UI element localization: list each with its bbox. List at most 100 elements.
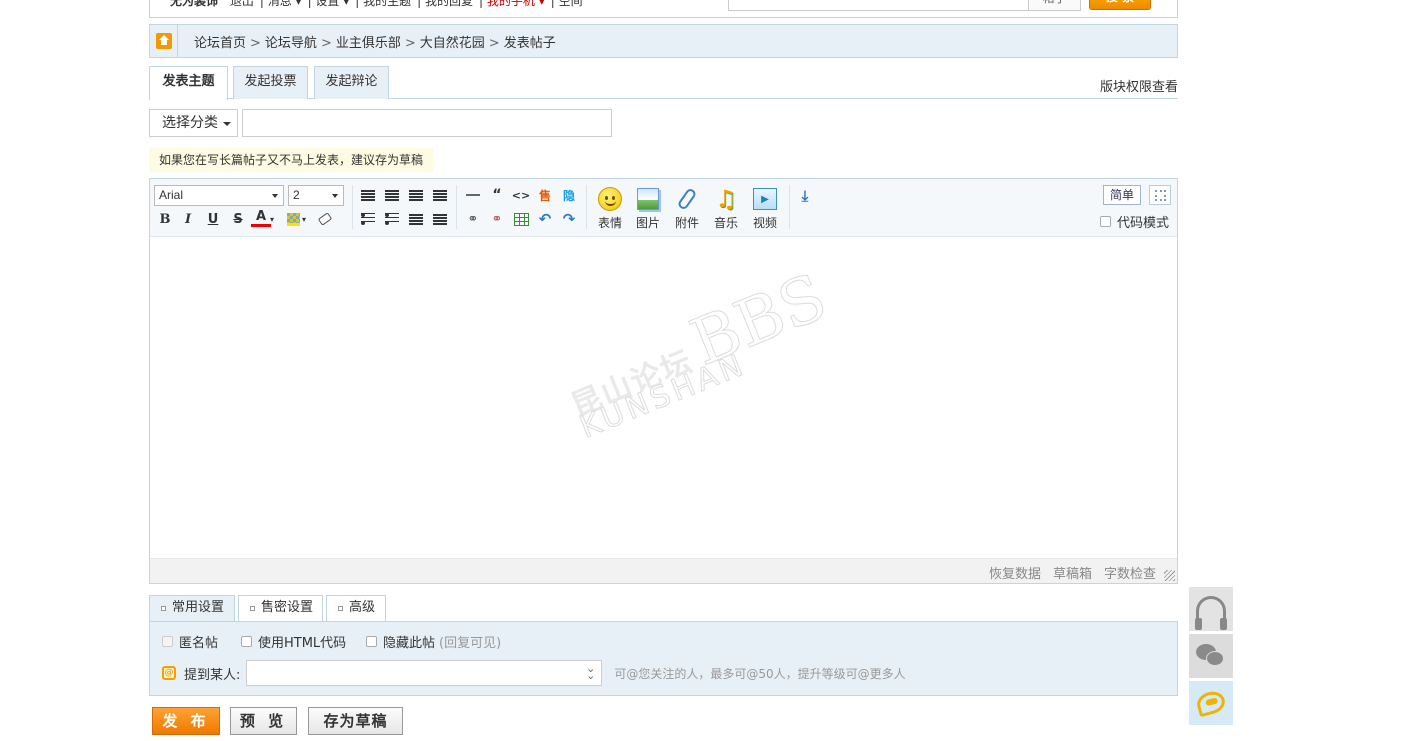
save-draft-button[interactable]: 存为草稿 — [308, 707, 403, 735]
qq-mail-button[interactable] — [1189, 681, 1233, 725]
mention-input[interactable]: ⌄ ⌄ — [246, 660, 603, 686]
eraser-icon[interactable] — [315, 209, 335, 229]
code-mode-checkbox[interactable] — [1099, 216, 1111, 227]
search-button[interactable]: 搜 索 — [1089, 0, 1151, 10]
tab-new-poll[interactable]: 发起投票 — [233, 66, 308, 99]
link-icon[interactable]: ⚭ — [463, 209, 483, 229]
italic-icon[interactable]: I — [178, 209, 198, 229]
breadcrumb-item-forum-home[interactable]: 论坛首页 — [194, 36, 246, 51]
align-justify-icon[interactable] — [430, 185, 450, 205]
bold-icon[interactable]: B — [155, 209, 175, 229]
anonymous-option[interactable]: 匿名帖 — [162, 632, 218, 651]
breadcrumb-item-garden[interactable]: 大自然花园 — [420, 36, 485, 51]
tab-new-debate[interactable]: 发起辩论 — [314, 66, 389, 99]
align-right-icon[interactable] — [406, 185, 426, 205]
bullet-icon — [250, 606, 255, 611]
toolbar-separator — [586, 185, 587, 229]
unlink-icon[interactable]: ⚭ — [487, 209, 507, 229]
draft-box-link[interactable]: 草稿箱 — [1053, 567, 1092, 582]
strikethrough-icon[interactable]: S — [228, 209, 248, 229]
forum-permission-link[interactable]: 版块权限查看 — [1100, 76, 1178, 95]
post-content-textarea[interactable]: 昆山论坛BBS KUNSHAN — [150, 238, 1177, 558]
restore-data-link[interactable]: 恢复数据 — [989, 567, 1041, 582]
tab-common-settings[interactable]: 常用设置 — [149, 595, 235, 622]
settings-panel: 匿名帖 使用HTML代码 隐藏此帖 (回复可见) @ 提到某人: ⌄ ⌄ 可@您关… — [149, 621, 1178, 696]
fullscreen-icon[interactable] — [1149, 185, 1171, 205]
align-left-icon[interactable] — [358, 185, 378, 205]
hide-icon[interactable]: 隐 — [559, 185, 579, 205]
settings-link[interactable]: 设置 ▾ — [315, 0, 349, 8]
quote-icon[interactable]: “ — [487, 185, 507, 205]
code-mode-toggle[interactable]: 代码模式 — [1099, 212, 1169, 231]
simple-mode-button[interactable]: 简单 — [1103, 185, 1141, 205]
download-icon[interactable]: ⤓ — [795, 186, 815, 206]
html-code-option[interactable]: 使用HTML代码 — [241, 632, 346, 651]
category-select-label: 选择分类 — [162, 115, 218, 131]
unordered-list-icon[interactable] — [382, 209, 402, 229]
hide-post-option[interactable]: 隐藏此帖 (回复可见) — [366, 632, 501, 651]
underline-icon[interactable]: U — [203, 209, 223, 229]
toolbar-separator — [352, 185, 353, 229]
my-replies-link[interactable]: 我的回复 — [425, 0, 473, 8]
redo-icon[interactable]: ↷ — [559, 209, 579, 229]
username-link[interactable]: 无为装饰 — [170, 0, 218, 8]
tab-common-settings-label: 常用设置 — [172, 600, 225, 615]
attachment-button[interactable]: 附件 — [668, 184, 706, 232]
indent-icon[interactable] — [406, 209, 426, 229]
category-select[interactable]: 选择分类 — [149, 109, 238, 137]
tab-new-thread[interactable]: 发表主题 — [149, 66, 228, 100]
image-button[interactable]: 图片 — [629, 184, 667, 232]
undo-icon[interactable]: ↶ — [535, 209, 555, 229]
my-threads-link[interactable]: 我的主题 — [363, 0, 411, 8]
messages-link[interactable]: 消息 ▾ — [268, 0, 302, 8]
toolbar-separator — [789, 185, 790, 229]
home-icon[interactable] — [150, 25, 178, 57]
tab-sale-settings[interactable]: 售密设置 — [238, 595, 323, 622]
outdent-icon[interactable] — [430, 209, 450, 229]
space-link[interactable]: 空间 — [559, 0, 583, 8]
customer-service-button[interactable] — [1189, 587, 1233, 631]
caret-down-icon[interactable]: ▾ — [299, 209, 309, 229]
toolbar-separator — [456, 185, 457, 229]
breadcrumb-item-owners-club[interactable]: 业主俱乐部 — [336, 36, 401, 51]
search-scope-select[interactable]: 帖子 — [1028, 0, 1081, 11]
word-count-link[interactable]: 字数检查 — [1104, 567, 1156, 582]
align-center-icon[interactable] — [382, 185, 402, 205]
hide-post-checkbox[interactable] — [366, 636, 377, 647]
anonymous-label: 匿名帖 — [179, 636, 219, 651]
logout-link[interactable]: 退出 — [230, 0, 254, 8]
double-chevron-down-icon[interactable]: ⌄ ⌄ — [586, 663, 595, 681]
top-user-bar: 无为装饰 退出 | 消息 ▾ | 设置 ▾ | 我的主题 | 我的回复 | 我的手机 ▾ |… — [149, 0, 1178, 18]
caret-down-icon[interactable]: ▾ — [267, 209, 277, 229]
font-family-select[interactable]: Arial — [154, 185, 284, 206]
subject-input[interactable] — [242, 109, 612, 137]
breadcrumb-item-forum-nav[interactable]: 论坛导航 — [265, 36, 317, 51]
font-size-select[interactable]: 2 — [288, 185, 344, 206]
tab-advanced[interactable]: 高级 — [326, 595, 386, 622]
caret-down-icon — [332, 194, 338, 198]
video-button[interactable]: ▶ 视频 — [746, 184, 784, 232]
table-icon[interactable] — [511, 209, 531, 229]
hide-post-note: (回复可见) — [439, 636, 502, 651]
bullet-icon — [161, 606, 166, 611]
my-mobile-link[interactable]: 我的手机 ▾ — [487, 0, 545, 8]
music-label: 音乐 — [713, 216, 738, 230]
code-icon[interactable]: <> — [511, 185, 531, 205]
resize-handle-icon[interactable] — [1164, 570, 1175, 581]
wechat-button[interactable] — [1189, 634, 1233, 678]
breadcrumb: 论坛首页 > 论坛导航 > 业主俱乐部 > 大自然花园 > 发表帖子 — [149, 24, 1178, 58]
preview-button[interactable]: 预 览 — [230, 707, 297, 735]
emoji-button[interactable]: 表情 — [591, 184, 629, 232]
publish-button[interactable]: 发 布 — [152, 707, 220, 735]
sell-icon[interactable]: 售 — [535, 185, 555, 205]
music-button[interactable]: ♫ 音乐 — [707, 184, 745, 232]
search-input[interactable] — [728, 0, 1030, 11]
at-mention-icon: @ — [162, 666, 176, 680]
horizontal-rule-icon[interactable] — [463, 185, 483, 205]
html-code-checkbox[interactable] — [241, 636, 252, 647]
ordered-list-icon[interactable] — [358, 209, 378, 229]
bullet-icon — [338, 606, 343, 611]
tab-sale-settings-label: 售密设置 — [261, 600, 314, 615]
anonymous-checkbox[interactable] — [162, 636, 173, 647]
video-icon: ▶ — [752, 186, 778, 212]
